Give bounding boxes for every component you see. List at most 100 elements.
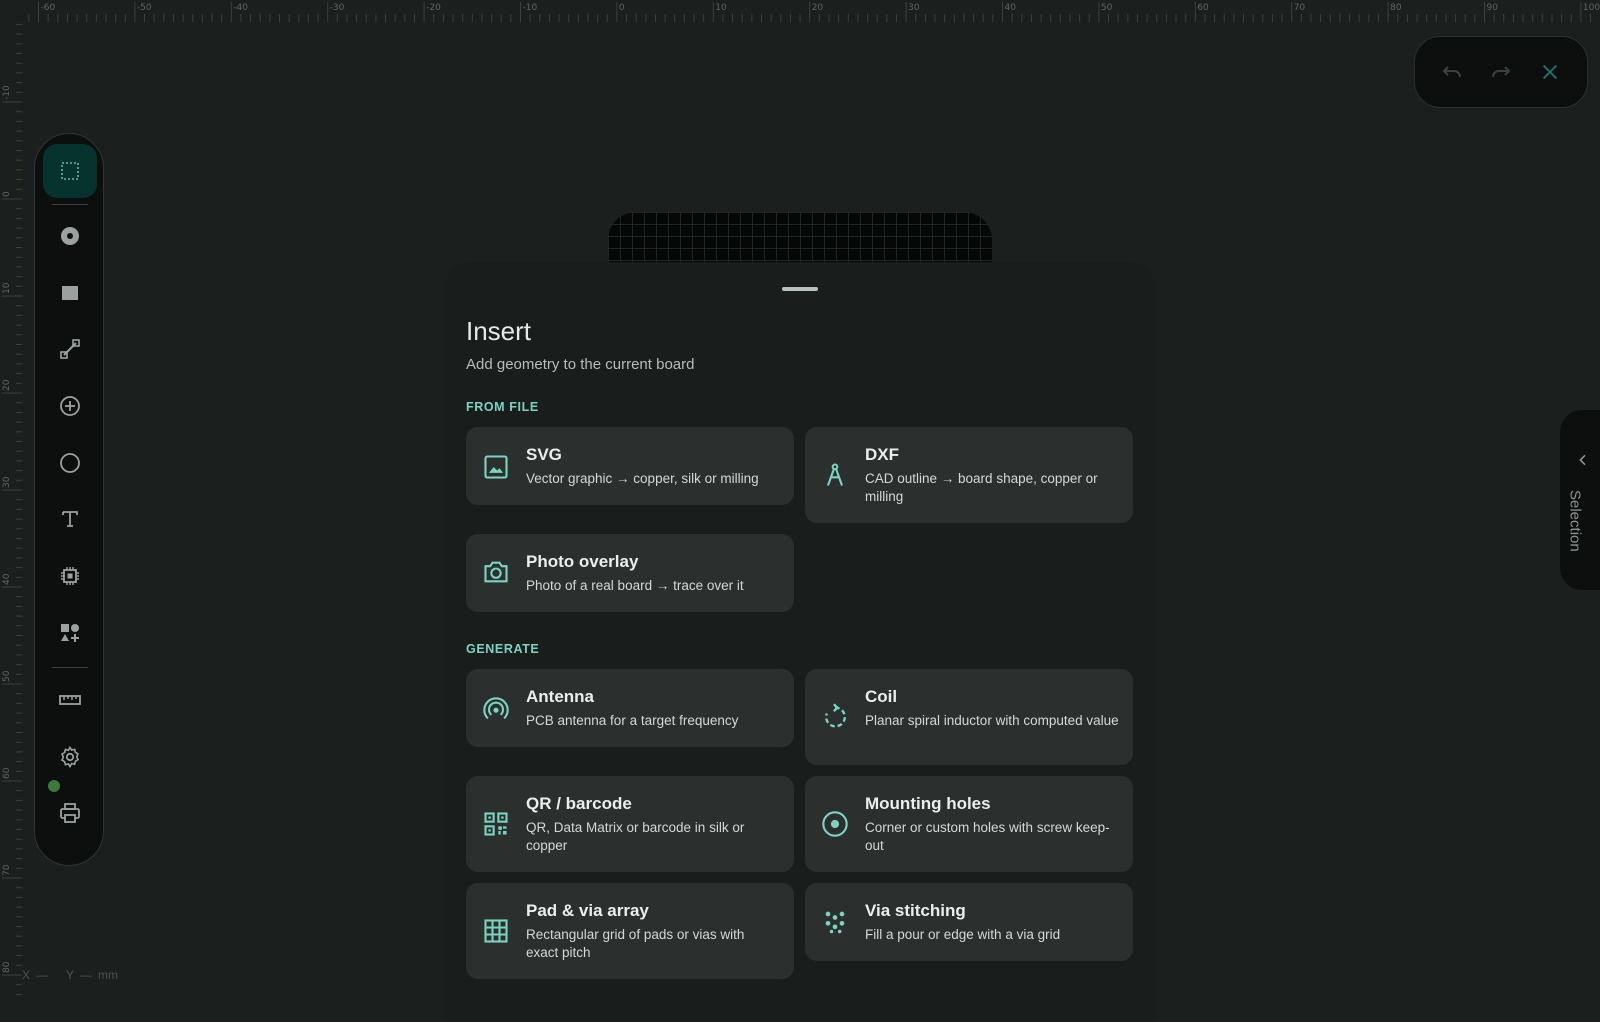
- close-icon: [1543, 64, 1558, 80]
- ruler-label: -10: [523, 3, 538, 13]
- toolbar-divider: [52, 667, 88, 668]
- card-description: QR, Data Matrix or barcode in silk or co…: [526, 820, 745, 853]
- card-description: Corner or custom holes with screw keep-o…: [865, 820, 1110, 853]
- insert-shapes-icon: [61, 624, 79, 642]
- generate-coil-card[interactable]: Coil Planar spiral inductor with compute…: [805, 669, 1133, 765]
- ruler-label: 80: [1390, 3, 1402, 13]
- selection-panel-toggle[interactable]: Selection: [1560, 410, 1600, 590]
- vertical-ruler: -10 0 10 20 30 40 50 60 70 80: [0, 0, 22, 1000]
- card-description: CAD outline → board shape, copper or mil…: [865, 471, 1098, 504]
- card-title: Pad & via array: [526, 901, 649, 920]
- generate-pad-via-array-card[interactable]: Pad & via array Rectangular grid of pads…: [466, 883, 794, 979]
- select-tool[interactable]: [43, 144, 97, 198]
- section-from-file: FROM FILE: [466, 400, 539, 414]
- x-label: X: [22, 968, 31, 982]
- horizontal-ruler: -60 -50 -40 -30 -20 -10 0 10 20 30 40 50 60 70 80 90 100: [0, 0, 1600, 22]
- circle-icon: [60, 453, 80, 473]
- ruler-label: 10: [715, 3, 727, 13]
- insert-tool[interactable]: [43, 606, 97, 660]
- card-title: SVG: [526, 445, 562, 464]
- card-title: Mounting holes: [865, 794, 991, 813]
- image-icon: [482, 453, 510, 481]
- text-icon: [62, 511, 78, 527]
- mounting-hole-icon: [821, 810, 849, 838]
- cursor-coordinates: X — Y — mm: [22, 968, 118, 982]
- print-tool[interactable]: [43, 786, 97, 840]
- card-title: Antenna: [526, 687, 594, 706]
- ruler-label: 30: [2, 476, 12, 488]
- card-title: Via stitching: [865, 901, 966, 920]
- card-description: Fill a pour or edge with a via grid: [865, 927, 1061, 942]
- generate-antenna-card[interactable]: Antenna PCB antenna for a target frequen…: [466, 669, 794, 747]
- rectangle-icon: [62, 286, 78, 300]
- insert-svg-card[interactable]: SVG Vector graphic → copper, silk or mil…: [466, 427, 794, 505]
- printer-icon: [60, 803, 80, 823]
- sheet-title: Insert: [466, 316, 532, 346]
- generate-via-stitching-card[interactable]: Via stitching Fill a pour or edge with a…: [805, 883, 1133, 961]
- qr-code-icon: [482, 810, 510, 838]
- sheet-subtitle: Add geometry to the current board: [466, 356, 695, 373]
- ruler-label: 30: [908, 3, 920, 13]
- pad-icon: [61, 227, 79, 245]
- ruler-label: 60: [2, 767, 12, 779]
- connection-status-dot: [48, 780, 60, 792]
- ruler-label: -10: [2, 85, 12, 100]
- antenna-icon: [482, 695, 510, 723]
- card-title: QR / barcode: [526, 794, 632, 813]
- tool-palette: [34, 133, 104, 866]
- settings-tool[interactable]: [43, 730, 97, 784]
- ruler-icon: [59, 695, 81, 705]
- ruler-label: 70: [2, 864, 12, 876]
- measure-tool[interactable]: [43, 673, 97, 727]
- redo-icon: [1491, 66, 1511, 78]
- ruler-label: -60: [41, 3, 56, 13]
- card-title: DXF: [865, 445, 899, 464]
- selection-panel-label: Selection: [1566, 490, 1584, 552]
- component-tool[interactable]: [43, 549, 97, 603]
- spiral-icon: [821, 703, 849, 731]
- toolbar-divider: [52, 204, 88, 205]
- compass-icon: [821, 461, 849, 489]
- text-tool[interactable]: [43, 492, 97, 546]
- close-button[interactable]: [1530, 52, 1570, 92]
- history-controls: [1414, 36, 1588, 108]
- ruler-label: 70: [1294, 3, 1306, 13]
- insert-dxf-card[interactable]: DXF CAD outline → board shape, copper or…: [805, 427, 1133, 523]
- card-title: Photo overlay: [526, 552, 639, 571]
- ruler-label: 50: [1101, 3, 1113, 13]
- trace-tool[interactable]: [43, 322, 97, 376]
- generate-mounting-holes-card[interactable]: Mounting holes Corner or custom holes wi…: [805, 776, 1133, 872]
- insert-photo-overlay-card[interactable]: Photo overlay Photo of a real board → tr…: [466, 534, 794, 612]
- ruler-label: 20: [812, 3, 824, 13]
- chevron-left-icon: [1579, 454, 1586, 466]
- x-value: —: [36, 968, 49, 982]
- insert-sheet: Insert Add geometry to the current board…: [444, 262, 1156, 1022]
- y-value: —: [80, 968, 93, 982]
- dots-pattern-icon: [821, 907, 849, 935]
- ruler-label: 60: [1197, 3, 1209, 13]
- ruler-label: 80: [2, 961, 12, 973]
- ruler-label: 10: [2, 282, 12, 294]
- generate-qr-barcode-card[interactable]: QR / barcode QR, Data Matrix or barcode …: [466, 776, 794, 872]
- sheet-drag-handle[interactable]: [782, 287, 818, 291]
- ruler-label: -20: [426, 3, 441, 13]
- rectangle-tool[interactable]: [43, 266, 97, 320]
- gear-icon: [60, 745, 80, 769]
- ruler-label: 90: [1487, 3, 1499, 13]
- via-add-icon: [60, 396, 80, 416]
- ruler-label: 50: [2, 670, 12, 682]
- ruler-label: 0: [619, 3, 625, 13]
- chip-icon: [61, 567, 79, 585]
- via-tool[interactable]: [43, 379, 97, 433]
- circle-tool[interactable]: [43, 436, 97, 490]
- ruler-label: 20: [2, 379, 12, 391]
- trace-icon: [60, 339, 80, 359]
- undo-button[interactable]: [1432, 52, 1472, 92]
- card-description: PCB antenna for a target frequency: [526, 713, 739, 728]
- pad-tool[interactable]: [43, 209, 97, 263]
- redo-button[interactable]: [1481, 52, 1521, 92]
- ruler-label: -40: [233, 3, 248, 13]
- card-description: Photo of a real board → trace over it: [526, 578, 744, 593]
- ruler-label: -30: [330, 3, 345, 13]
- unit-label: mm: [98, 968, 119, 982]
